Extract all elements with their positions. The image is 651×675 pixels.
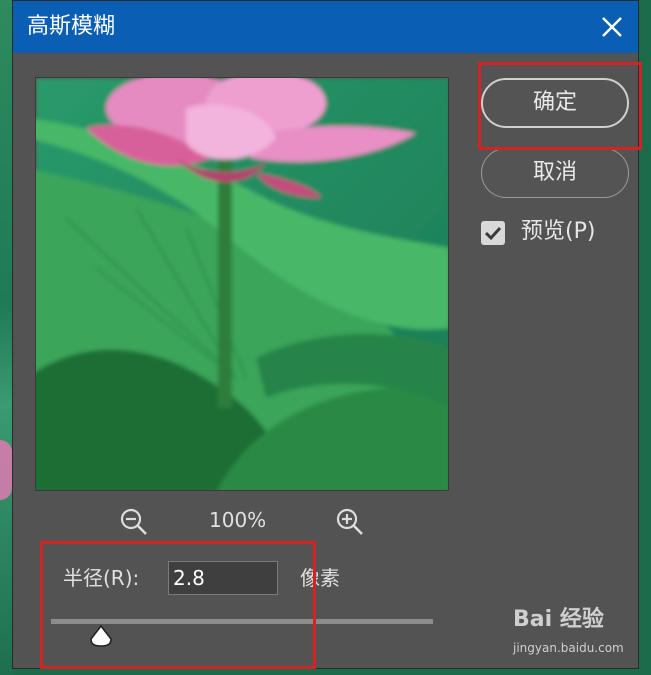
background-flower-edge <box>0 440 12 500</box>
blur-preview-image[interactable] <box>35 77 449 491</box>
zoom-out-button[interactable] <box>119 507 149 537</box>
preview-checkbox[interactable] <box>481 221 505 245</box>
slider-thumb-icon <box>89 624 112 647</box>
check-icon <box>484 226 502 241</box>
radius-unit-label: 像素 <box>300 566 340 590</box>
zoom-in-icon <box>336 508 363 535</box>
zoom-in-button[interactable] <box>335 507 365 537</box>
zoom-out-icon <box>120 508 147 535</box>
cancel-button[interactable]: 取消 <box>481 148 629 198</box>
watermark-url: jingyan.baidu.com <box>513 641 624 655</box>
ok-button[interactable]: 确定 <box>481 78 629 128</box>
gaussian-blur-dialog: 高斯模糊 确定 取消 预览(P) 100% 半径(R): 2.8 像素 Bai … <box>12 0 642 669</box>
radius-input[interactable] <box>168 561 278 595</box>
title-bar[interactable]: 高斯模糊 <box>13 1 638 53</box>
radius-label: 半径(R): <box>63 566 140 590</box>
watermark-logo: Bai 经验 <box>513 607 604 632</box>
radius-slider-thumb[interactable] <box>88 623 114 649</box>
close-button[interactable] <box>596 11 628 43</box>
dialog-title: 高斯模糊 <box>27 14 116 39</box>
baidu-watermark: Bai 经验 jingyan.baidu.com <box>513 601 633 663</box>
lotus-preview-picture <box>36 78 448 490</box>
zoom-level: 100% <box>209 508 267 532</box>
preview-checkbox-label[interactable]: 预览(P) <box>521 217 595 247</box>
close-icon <box>602 17 622 37</box>
